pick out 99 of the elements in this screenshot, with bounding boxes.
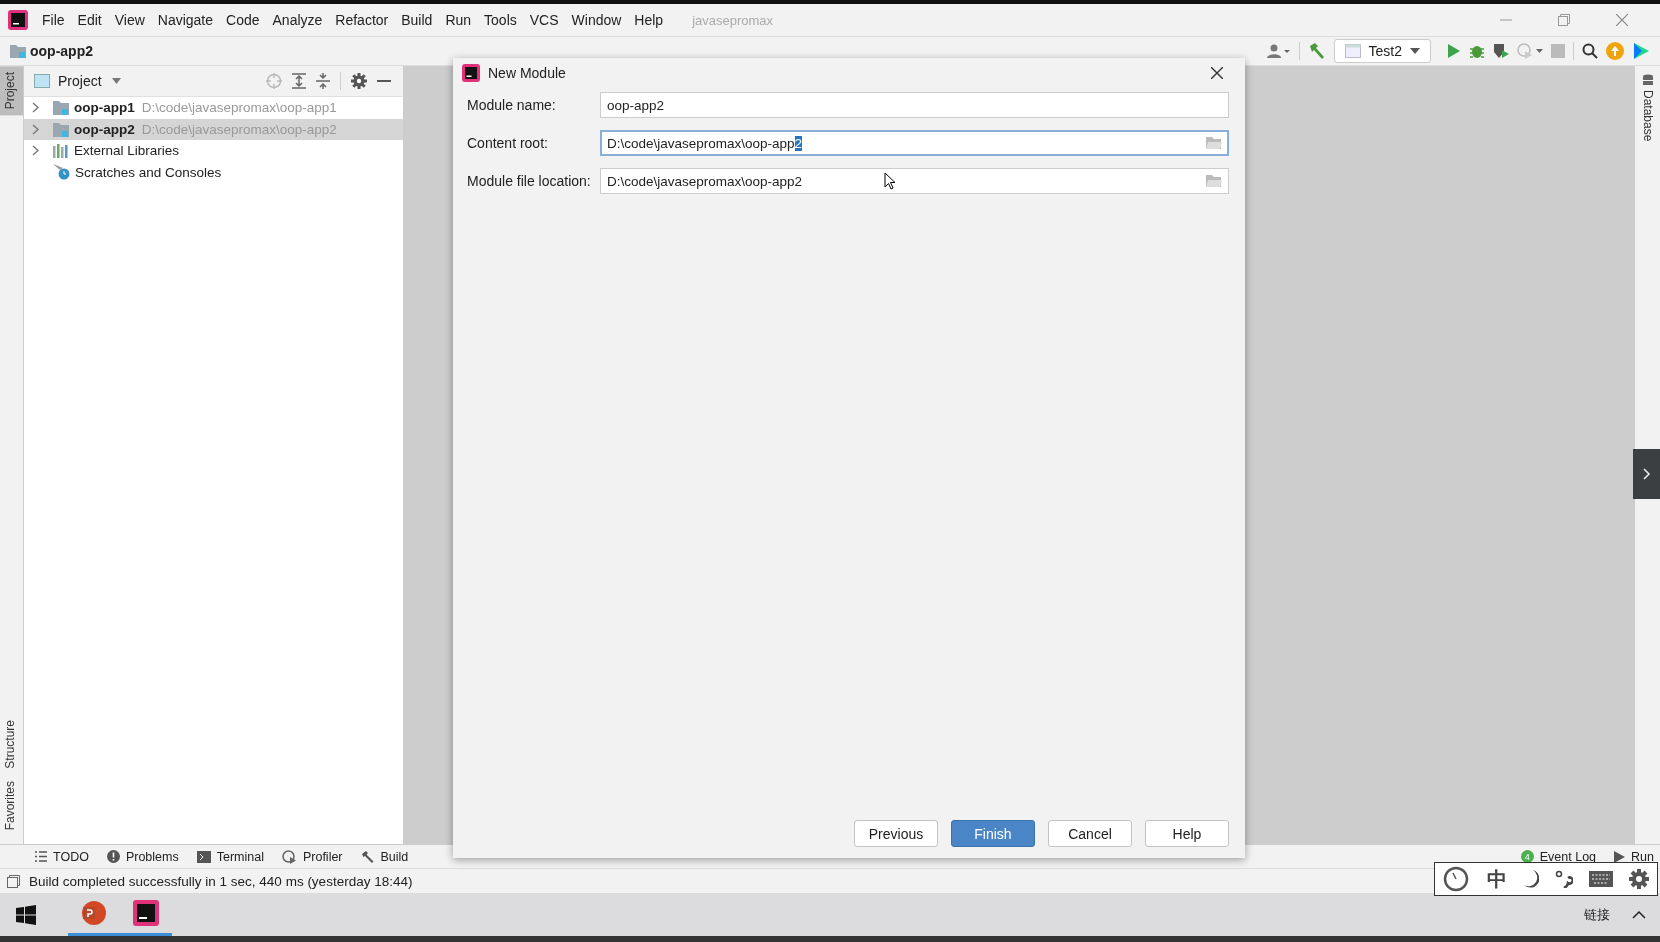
restore-icon[interactable] — [1558, 14, 1570, 26]
field-label: Module file location: — [467, 173, 592, 189]
tree-row[interactable]: Scratches and Consoles — [24, 161, 403, 183]
settings-icon[interactable] — [1629, 869, 1649, 889]
collapse-all-icon[interactable] — [316, 73, 330, 89]
ide-app-icon — [133, 900, 159, 926]
panel-title[interactable]: Project — [58, 73, 102, 89]
dialog-button[interactable]: Help — [1145, 820, 1229, 847]
list-icon — [35, 851, 47, 862]
module-path: D:\code\javasepromax\oop-app1 — [141, 100, 337, 116]
keyboard-icon[interactable] — [1589, 871, 1613, 887]
caret-icon[interactable] — [111, 78, 121, 84]
tool-window-tab[interactable]: Favorites — [0, 774, 23, 836]
input-field[interactable]: D:\code\javasepromax\oop-app2 — [600, 130, 1229, 156]
tool-window-tab[interactable]: Database — [1640, 66, 1655, 150]
terminal-icon — [196, 850, 211, 863]
menu-item[interactable]: Build — [401, 12, 433, 28]
chevron-up-icon[interactable] — [1632, 910, 1646, 919]
close-icon[interactable] — [1211, 67, 1223, 79]
module-folder-icon — [53, 121, 69, 137]
run-configuration-dropdown[interactable]: Test2 — [1333, 39, 1431, 63]
folder-icon — [10, 44, 26, 58]
tray-label[interactable]: 链接 — [1584, 905, 1610, 924]
expand-panel-button[interactable] — [1633, 449, 1660, 499]
profile-icon[interactable] — [1517, 43, 1543, 59]
module-path: D:\code\javasepromax\oop-app2 — [141, 121, 337, 137]
module-folder-icon — [53, 100, 69, 116]
tool-window-tab[interactable]: Project — [0, 66, 23, 116]
tool-tab[interactable]: Terminal — [196, 849, 264, 864]
chevron-right-icon — [1642, 468, 1651, 480]
hammer-icon — [360, 849, 375, 864]
chevron-icon[interactable] — [32, 145, 39, 157]
settings-icon[interactable] — [351, 73, 367, 89]
project-title: javasepromax — [692, 12, 774, 28]
warning-icon — [106, 850, 120, 863]
mouse-cursor-icon — [884, 172, 896, 190]
app-logo-icon — [8, 10, 28, 30]
menu-item[interactable]: View — [114, 12, 145, 28]
dialog-button[interactable]: Previous — [854, 820, 938, 847]
chevron-icon[interactable] — [32, 123, 39, 135]
presentation-app-icon — [81, 900, 107, 926]
tree-label: External Libraries — [74, 143, 180, 159]
minimize-icon[interactable] — [377, 79, 391, 83]
expand-all-icon[interactable] — [292, 73, 306, 89]
panel-toggle-icon[interactable] — [7, 874, 20, 888]
window-icon — [34, 74, 50, 88]
breadcrumb[interactable]: oop-app2 — [30, 43, 93, 59]
tree-row[interactable]: oop-app2 D:\code\javasepromax\oop-app2 — [24, 118, 403, 140]
menu-item[interactable]: File — [42, 12, 65, 28]
gauge-icon[interactable] — [1443, 866, 1471, 892]
menu-item[interactable]: Refactor — [335, 12, 389, 28]
menu-item[interactable]: Window — [571, 12, 622, 28]
caret-icon — [1410, 48, 1420, 54]
status-message: Build completed successfully in 1 sec, 440 ms (yesterday 18:44) — [29, 873, 413, 889]
run-icon[interactable] — [1447, 43, 1461, 59]
tree-label: Scratches and Consoles — [75, 164, 222, 180]
coverage-icon[interactable] — [1493, 43, 1509, 59]
menu-item[interactable]: Tools — [484, 12, 517, 28]
input-field[interactable]: D:\code\javasepromax\oop-app2 — [600, 168, 1229, 194]
windows-start-icon[interactable] — [16, 904, 36, 925]
field-label: Content root: — [467, 135, 549, 151]
field-label: Module name: — [467, 97, 557, 113]
menu-item[interactable]: VCS — [529, 12, 559, 28]
plugin-icon[interactable] — [1632, 42, 1650, 60]
menu-item[interactable]: Navigate — [157, 12, 214, 28]
play-icon — [1614, 850, 1626, 863]
user-icon[interactable] — [1266, 44, 1291, 58]
menu-item[interactable]: Help — [634, 12, 664, 28]
profiler-icon — [281, 849, 297, 864]
dialog-title: New Module — [488, 65, 566, 81]
menu-item[interactable]: Run — [445, 12, 472, 28]
scratch-clock-icon — [53, 164, 70, 181]
dialog-button[interactable]: Finish — [951, 820, 1035, 847]
tool-tab[interactable]: Problems — [106, 849, 179, 864]
tool-tab[interactable]: Profiler — [281, 849, 343, 864]
input-mode-label[interactable]: 中 — [1487, 865, 1507, 893]
window-icon — [1344, 44, 1361, 58]
chevron-icon[interactable] — [32, 102, 39, 114]
search-icon[interactable] — [1582, 43, 1598, 59]
tree-row[interactable]: External Libraries — [24, 140, 403, 162]
menu-item[interactable]: Edit — [77, 12, 102, 28]
app-logo-icon — [462, 64, 480, 82]
module-name: oop-app1 — [74, 100, 135, 116]
tool-window-tab[interactable]: Structure — [0, 713, 23, 775]
tool-tab[interactable]: Run — [1614, 849, 1654, 864]
punctuation-icon[interactable] — [1555, 870, 1573, 888]
moon-icon[interactable] — [1523, 869, 1539, 889]
database-icon — [1641, 74, 1654, 86]
tree-row[interactable]: oop-app1 D:\code\javasepromax\oop-app1 — [24, 97, 403, 119]
hammer-icon[interactable] — [1307, 42, 1326, 60]
input-field[interactable]: oop-app2 — [600, 92, 1229, 118]
menu-item[interactable]: Code — [226, 12, 260, 28]
module-name: oop-app2 — [74, 121, 135, 137]
library-icon — [53, 143, 69, 158]
bug-icon[interactable] — [1469, 43, 1485, 59]
menu-item[interactable]: Analyze — [272, 12, 323, 28]
dialog-button[interactable]: Cancel — [1048, 820, 1132, 847]
tool-tab[interactable]: Build — [360, 849, 409, 864]
tool-tab[interactable]: TODO — [35, 849, 89, 864]
